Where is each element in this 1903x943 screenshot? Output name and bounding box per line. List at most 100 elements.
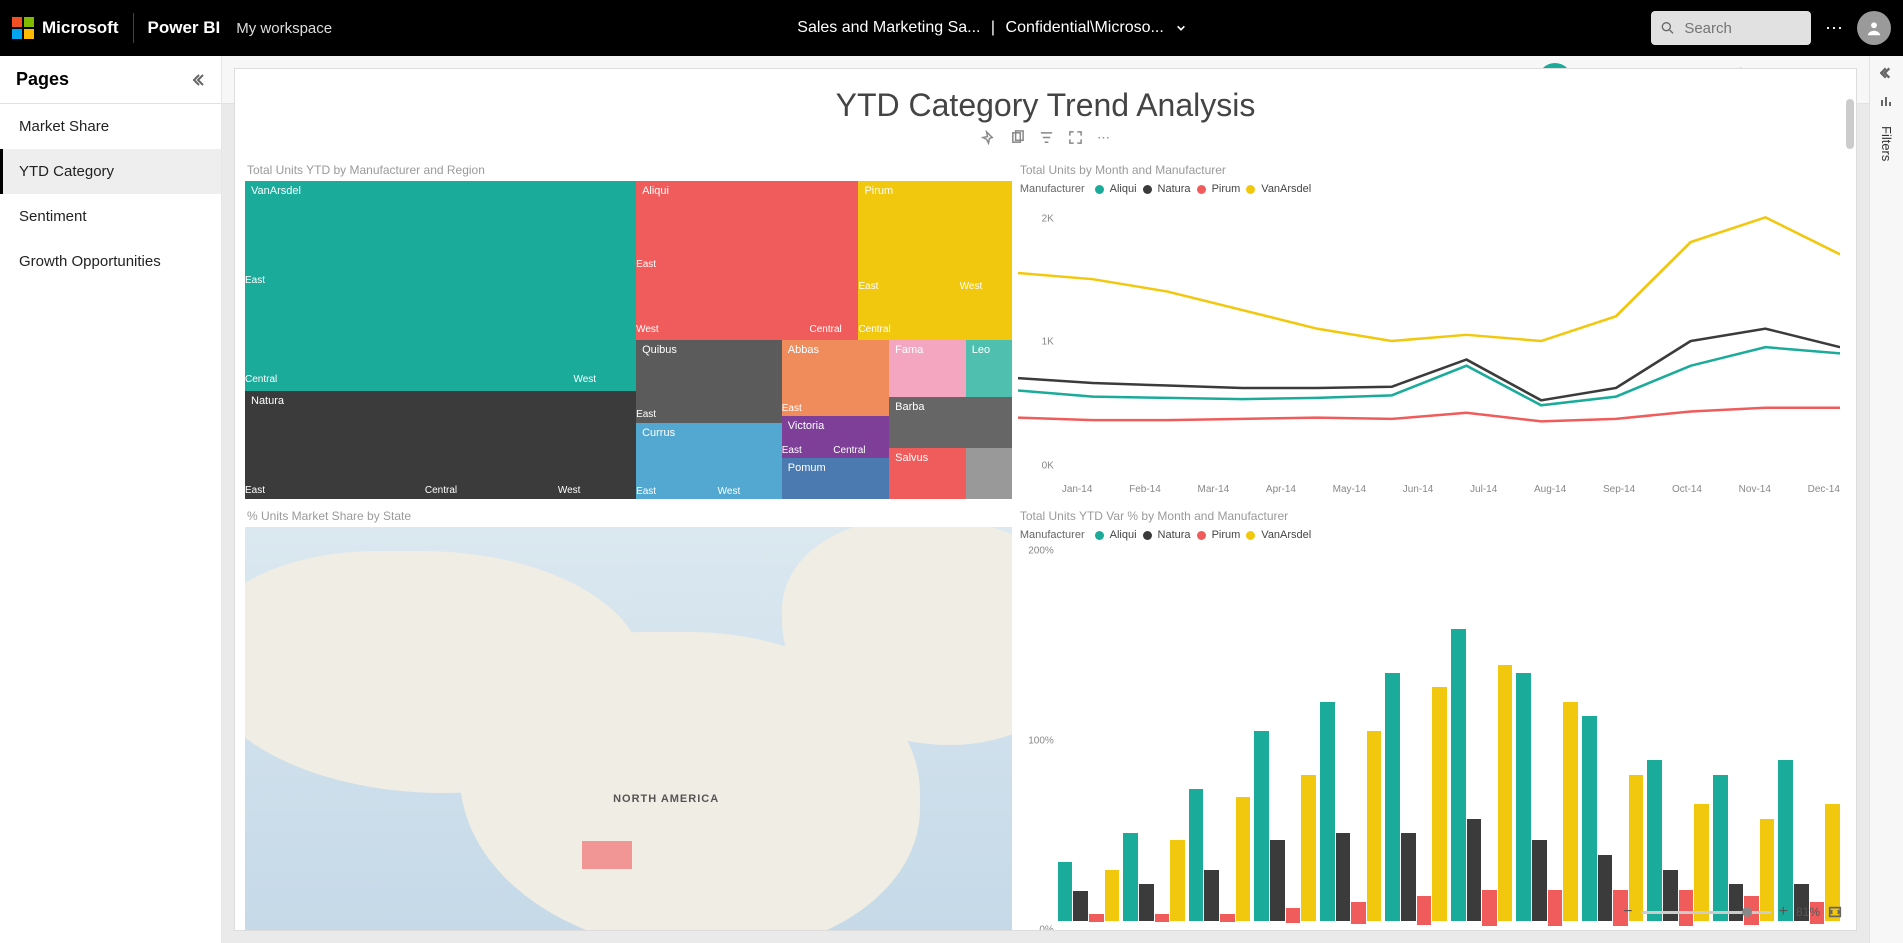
legend-item[interactable]: Natura	[1158, 183, 1191, 195]
bar[interactable]	[1189, 789, 1204, 920]
legend-item[interactable]: Pirum	[1212, 529, 1241, 541]
bar[interactable]	[1139, 884, 1154, 920]
report-title: YTD Category Trend Analysis	[235, 69, 1856, 130]
treemap-title: Total Units YTD by Manufacturer and Regi…	[245, 159, 1012, 181]
bar-chart-visual[interactable]: Total Units YTD Var % by Month and Manuf…	[1018, 505, 1846, 930]
bar[interactable]	[1123, 833, 1138, 920]
zoom-value: 81%	[1796, 905, 1820, 919]
chevron-down-icon[interactable]	[1176, 23, 1186, 33]
legend-item[interactable]: Aliqui	[1110, 529, 1137, 541]
treemap-cell[interactable]: AbbasEast	[782, 340, 889, 416]
bar[interactable]	[1320, 702, 1335, 921]
sensitivity-label[interactable]: Confidential\Microso...	[1006, 19, 1164, 37]
filters-icon	[1880, 94, 1894, 108]
bar[interactable]	[1073, 891, 1088, 920]
scrollbar-thumb[interactable]	[1846, 99, 1854, 149]
bar[interactable]	[1236, 797, 1251, 921]
treemap-cell[interactable]: Fama	[889, 340, 966, 397]
bar[interactable]	[1598, 855, 1613, 921]
bar[interactable]	[1089, 914, 1104, 921]
microsoft-logo-icon	[12, 17, 34, 39]
bar[interactable]	[1417, 896, 1432, 925]
bar[interactable]	[1204, 870, 1219, 921]
legend-item[interactable]: Pirum	[1212, 183, 1241, 195]
treemap-cell[interactable]: PirumEastWestCentral	[858, 181, 1011, 340]
page-tab-growth-opportunities[interactable]: Growth Opportunities	[0, 239, 221, 284]
more-options-button[interactable]: ⋯	[1825, 18, 1843, 39]
bar[interactable]	[1286, 908, 1301, 923]
bar[interactable]	[1401, 833, 1416, 920]
treemap-cell[interactable]: QuibusEast	[636, 340, 782, 423]
line-chart-visual[interactable]: Total Units by Month and Manufacturer Ma…	[1018, 159, 1846, 499]
treemap-cell[interactable]: Pomum	[782, 458, 889, 499]
filters-pane-collapsed[interactable]: Filters	[1869, 56, 1903, 943]
bar[interactable]	[1105, 870, 1120, 921]
account-avatar[interactable]	[1857, 11, 1891, 45]
filter-icon[interactable]	[1039, 130, 1054, 145]
bar[interactable]	[1713, 775, 1728, 921]
zoom-out-button[interactable]: −	[1623, 903, 1632, 921]
bar[interactable]	[1058, 862, 1073, 920]
bar[interactable]	[1467, 819, 1482, 921]
bar[interactable]	[1254, 731, 1269, 921]
fit-page-icon[interactable]	[1828, 905, 1842, 919]
treemap-cell[interactable]	[966, 448, 1012, 499]
focus-icon[interactable]	[1068, 130, 1083, 145]
bar[interactable]	[1582, 716, 1597, 920]
bar[interactable]	[1155, 914, 1170, 921]
search-input[interactable]	[1684, 20, 1801, 37]
brand-app[interactable]: Power BI	[148, 18, 221, 38]
bar[interactable]	[1482, 890, 1497, 926]
report-file-name[interactable]: Sales and Marketing Sa...	[797, 19, 980, 37]
zoom-slider[interactable]	[1641, 911, 1771, 914]
bar[interactable]	[1647, 760, 1662, 920]
top-bar: Microsoft Power BI My workspace Sales an…	[0, 0, 1903, 56]
search-box[interactable]	[1651, 11, 1811, 45]
treemap-cell[interactable]: Leo	[966, 340, 1012, 397]
page-tab-sentiment[interactable]: Sentiment	[0, 194, 221, 239]
treemap-cell[interactable]: Salvus	[889, 448, 966, 499]
legend-item[interactable]: Aliqui	[1110, 183, 1137, 195]
pages-title: Pages	[16, 69, 69, 90]
bar[interactable]	[1563, 702, 1578, 921]
bar[interactable]	[1351, 902, 1366, 924]
bar[interactable]	[1385, 673, 1400, 921]
copy-icon[interactable]	[1010, 130, 1025, 145]
bar[interactable]	[1432, 687, 1447, 920]
page-tab-ytd-category[interactable]: YTD Category	[0, 149, 221, 194]
bar[interactable]	[1270, 840, 1285, 920]
legend-item[interactable]: VanArsdel	[1261, 183, 1311, 195]
bar[interactable]	[1336, 833, 1351, 920]
zoom-in-button[interactable]: +	[1779, 903, 1788, 921]
bar[interactable]	[1548, 890, 1563, 926]
bar[interactable]	[1451, 629, 1466, 921]
map-title: % Units Market Share by State	[245, 505, 1012, 527]
bar[interactable]	[1778, 760, 1793, 920]
treemap-cell[interactable]: CurrusEastWest	[636, 423, 782, 499]
report-area: File Export Share Chat in Teams Get insi…	[222, 56, 1869, 943]
bar[interactable]	[1516, 673, 1531, 921]
bar[interactable]	[1498, 665, 1513, 920]
treemap-cell[interactable]: VanArsdelEastCentralWest	[245, 181, 636, 391]
collapse-pane-icon[interactable]	[189, 72, 205, 88]
bar[interactable]	[1301, 775, 1316, 921]
bar[interactable]	[1220, 914, 1235, 921]
treemap-cell[interactable]: AliquiEastWestCentral	[636, 181, 858, 340]
map-visual[interactable]: % Units Market Share by State NORTH AMER…	[245, 505, 1012, 930]
legend-item[interactable]: Natura	[1158, 529, 1191, 541]
treemap-cell[interactable]: VictoriaEastCentral	[782, 416, 889, 457]
more-icon[interactable]: ⋯	[1097, 130, 1110, 146]
bar[interactable]	[1170, 840, 1185, 920]
page-tab-market-share[interactable]: Market Share	[0, 104, 221, 149]
bar[interactable]	[1629, 775, 1644, 921]
legend-item[interactable]: VanArsdel	[1261, 529, 1311, 541]
workspace-link[interactable]: My workspace	[236, 20, 332, 37]
pin-icon[interactable]	[981, 130, 996, 145]
treemap-cell[interactable]: NaturaEastCentralWest	[245, 391, 636, 499]
map-plot: NORTH AMERICA	[245, 527, 1012, 930]
bar[interactable]	[1532, 840, 1547, 920]
treemap-cell[interactable]: Barba	[889, 397, 1012, 448]
expand-pane-icon[interactable]	[1880, 66, 1894, 80]
bar[interactable]	[1367, 731, 1382, 921]
treemap-visual[interactable]: Total Units YTD by Manufacturer and Regi…	[245, 159, 1012, 499]
